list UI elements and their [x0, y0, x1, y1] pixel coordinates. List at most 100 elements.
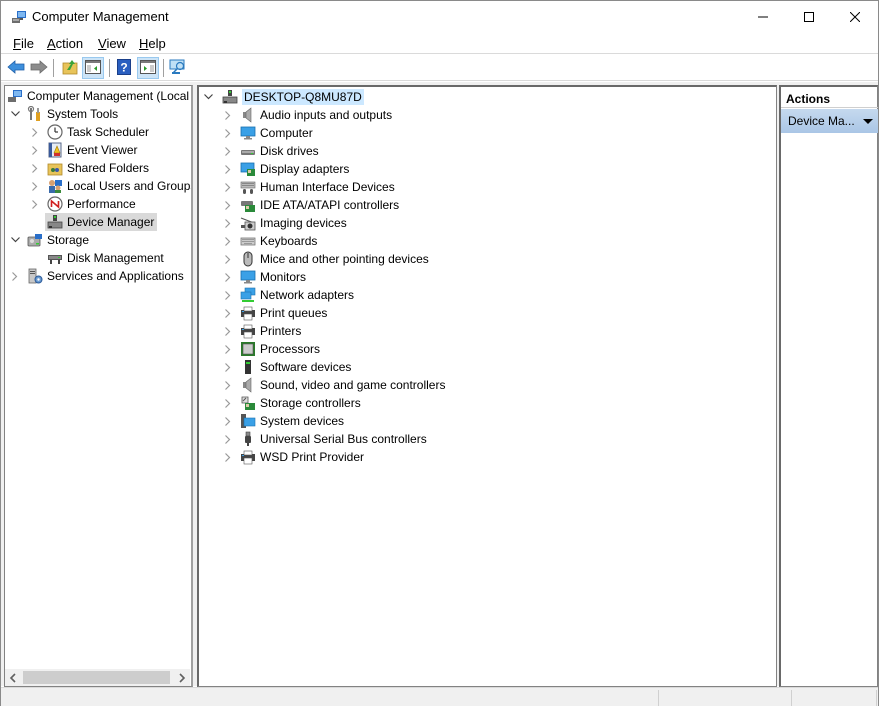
- menu-file[interactable]: File: [13, 36, 34, 51]
- tree-item-disk-management[interactable]: Disk Management: [47, 249, 164, 267]
- chevron-down-icon[interactable]: [9, 105, 21, 123]
- chevron-right-icon[interactable]: [222, 178, 234, 196]
- chevron-right-icon[interactable]: [222, 304, 234, 322]
- performance-icon: [47, 196, 63, 212]
- scroll-right-arrow-icon[interactable]: [178, 672, 186, 686]
- chevron-right-icon[interactable]: [29, 159, 41, 177]
- tree-item-label: Shared Folders: [67, 161, 150, 175]
- menu-view[interactable]: View: [98, 36, 126, 51]
- actions-device-manager-item[interactable]: Device Ma...: [781, 109, 878, 133]
- tree-item-system-tools[interactable]: System Tools: [9, 105, 118, 123]
- tree-item-label: Task Scheduler: [67, 125, 150, 139]
- chevron-right-icon[interactable]: [222, 196, 234, 214]
- up-one-level-button[interactable]: [59, 57, 81, 79]
- console-tree-pane: Computer Management (Local System Tools …: [4, 85, 193, 687]
- chevron-right-icon[interactable]: [222, 394, 234, 412]
- minimize-button[interactable]: [740, 1, 786, 32]
- tree-item-label: Local Users and Groups: [67, 179, 193, 193]
- chevron-right-icon[interactable]: [222, 448, 234, 466]
- chevron-down-icon[interactable]: [202, 88, 214, 106]
- menu-help-label: elp: [148, 36, 166, 51]
- chevron-right-icon[interactable]: [29, 123, 41, 141]
- chevron-right-icon[interactable]: [9, 267, 21, 285]
- tree-item-label: Event Viewer: [67, 143, 138, 157]
- device-category-label: Computer: [260, 126, 313, 140]
- chevron-right-icon[interactable]: [222, 142, 234, 160]
- chevron-right-icon[interactable]: [29, 177, 41, 195]
- device-category-row[interactable]: IDE ATA/ATAPI controllers: [222, 196, 399, 214]
- close-button[interactable]: [832, 1, 878, 32]
- device-tree-root[interactable]: DESKTOP-Q8MU87D: [202, 88, 364, 106]
- tree-item-services-and-applications[interactable]: Services and Applications: [9, 267, 184, 285]
- forward-button[interactable]: [28, 57, 50, 79]
- chevron-right-icon[interactable]: [222, 322, 234, 340]
- connect-computer-button[interactable]: [167, 57, 189, 79]
- chevron-right-icon[interactable]: [222, 214, 234, 232]
- device-category-row[interactable]: Monitors: [222, 268, 306, 286]
- menu-action-label: ction: [55, 36, 84, 51]
- device-category-row[interactable]: Keyboards: [222, 232, 317, 250]
- tree-item-local-users-and-groups[interactable]: Local Users and Groups: [29, 177, 193, 195]
- tree-item-shared-folders[interactable]: Shared Folders: [29, 159, 149, 177]
- chevron-right-icon[interactable]: [222, 358, 234, 376]
- chevron-right-icon[interactable]: [222, 250, 234, 268]
- back-button[interactable]: [5, 57, 27, 79]
- chevron-right-icon[interactable]: [222, 268, 234, 286]
- scrollbar-thumb[interactable]: [23, 671, 170, 684]
- device-category-row[interactable]: Disk drives: [222, 142, 319, 160]
- device-category-row[interactable]: Universal Serial Bus controllers: [222, 430, 427, 448]
- device-category-row[interactable]: System devices: [222, 412, 344, 430]
- chevron-right-icon[interactable]: [222, 232, 234, 250]
- device-category-label: Mice and other pointing devices: [260, 252, 429, 266]
- chevron-right-icon[interactable]: [222, 412, 234, 430]
- monitor-icon: [240, 125, 256, 141]
- chevron-right-icon[interactable]: [222, 160, 234, 178]
- device-category-row[interactable]: Print queues: [222, 304, 327, 322]
- device-category-row[interactable]: Processors: [222, 340, 320, 358]
- tree-item-storage[interactable]: Storage: [9, 231, 89, 249]
- toolbar: ?: [1, 55, 878, 81]
- device-category-row[interactable]: Audio inputs and outputs: [222, 106, 392, 124]
- device-category-row[interactable]: Network adapters: [222, 286, 354, 304]
- device-category-row[interactable]: Display adapters: [222, 160, 349, 178]
- device-category-row[interactable]: Sound, video and game controllers: [222, 376, 445, 394]
- chevron-right-icon[interactable]: [29, 141, 41, 159]
- tree-item-event-viewer[interactable]: Event Viewer: [29, 141, 137, 159]
- device-category-row[interactable]: Computer: [222, 124, 313, 142]
- help-button[interactable]: ?: [113, 57, 135, 79]
- dropdown-arrow-icon[interactable]: [863, 119, 873, 124]
- chevron-down-icon[interactable]: [9, 231, 21, 249]
- tree-item-task-scheduler[interactable]: Task Scheduler: [29, 123, 149, 141]
- device-category-row[interactable]: Software devices: [222, 358, 351, 376]
- chevron-right-icon[interactable]: [222, 286, 234, 304]
- chevron-right-icon[interactable]: [222, 106, 234, 124]
- processor-icon: [240, 341, 256, 357]
- device-category-row[interactable]: Printers: [222, 322, 301, 340]
- chevron-right-icon[interactable]: [222, 340, 234, 358]
- chevron-right-icon[interactable]: [222, 430, 234, 448]
- scroll-left-arrow-icon[interactable]: [9, 672, 17, 686]
- shared-folder-icon: [47, 160, 63, 176]
- horizontal-scrollbar[interactable]: [5, 669, 190, 686]
- maximize-button[interactable]: [786, 1, 832, 32]
- chevron-right-icon[interactable]: [222, 376, 234, 394]
- device-category-label: Printers: [260, 324, 302, 338]
- tree-item-label: Device Manager: [67, 215, 155, 229]
- device-category-label: Storage controllers: [260, 396, 361, 410]
- device-category-row[interactable]: Mice and other pointing devices: [222, 250, 429, 268]
- device-category-row[interactable]: Storage controllers: [222, 394, 361, 412]
- usb-icon: [240, 431, 256, 447]
- show-hide-action-pane-button[interactable]: [137, 57, 159, 79]
- show-hide-console-tree-button[interactable]: [82, 57, 104, 79]
- device-manager-pane: DESKTOP-Q8MU87D Audio inputs and outputs…: [197, 85, 777, 687]
- menu-action[interactable]: Action: [47, 36, 83, 51]
- device-category-row[interactable]: WSD Print Provider: [222, 448, 364, 466]
- device-category-row[interactable]: Human Interface Devices: [222, 178, 395, 196]
- device-category-row[interactable]: Imaging devices: [222, 214, 347, 232]
- chevron-right-icon[interactable]: [222, 124, 234, 142]
- tree-item-performance[interactable]: Performance: [29, 195, 136, 213]
- chevron-right-icon[interactable]: [29, 195, 41, 213]
- tree-root-computer-management[interactable]: Computer Management (Local: [7, 87, 189, 105]
- menu-help[interactable]: Help: [139, 36, 166, 51]
- tree-item-device-manager[interactable]: Device Manager: [45, 213, 158, 231]
